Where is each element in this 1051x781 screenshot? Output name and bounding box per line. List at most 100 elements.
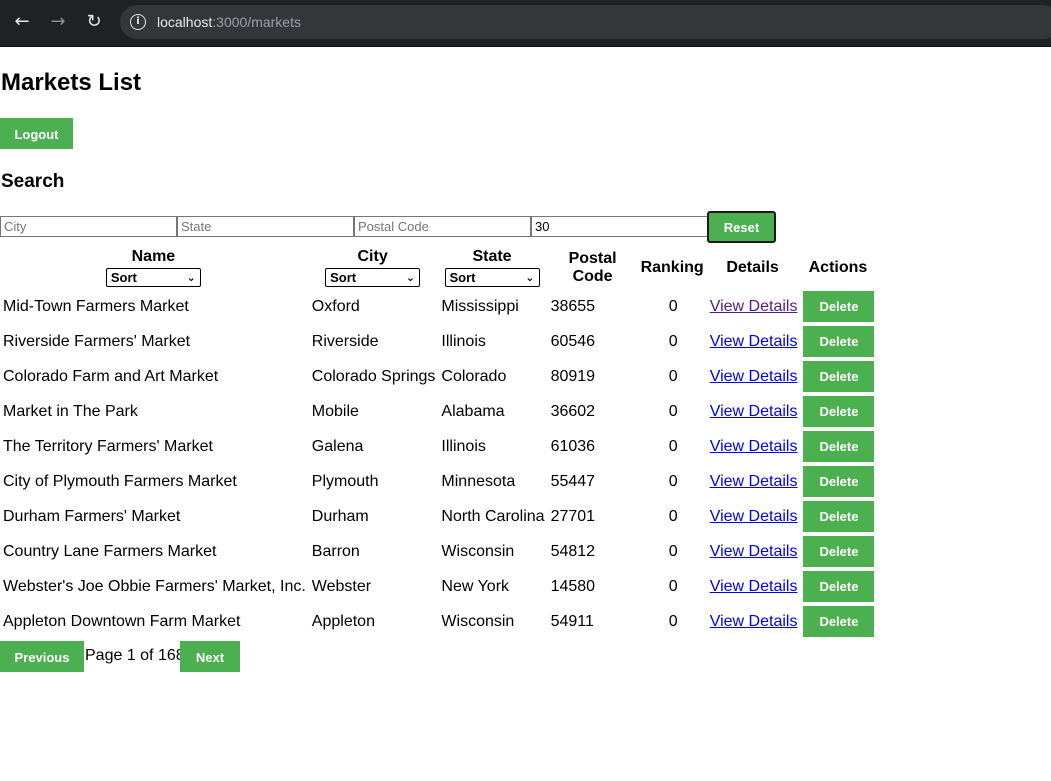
header-state-label: State (472, 248, 512, 265)
market-name: Mid-Town Farmers Market (3, 297, 189, 315)
page-title: Markets List (1, 69, 142, 96)
table-row: Webster's Joe Obbie Farmers' Market, Inc… (0, 570, 875, 603)
view-details-link[interactable]: View Details (710, 438, 798, 455)
actions-cell: Delete (800, 465, 875, 498)
page-indicator: Page 1 of 168 (85, 647, 185, 664)
market-postal-code: 54812 (550, 542, 596, 560)
table-row: Riverside Farmers' Market Riverside Illi… (0, 325, 875, 358)
next-page-button[interactable]: Next (180, 641, 240, 672)
market-postal-code: 54911 (550, 612, 594, 630)
actions-cell: Delete (800, 500, 875, 533)
city-filter-input[interactable] (0, 216, 177, 237)
market-city: Galena (311, 437, 364, 455)
header-name-label: Name (131, 248, 176, 265)
header-ranking: Ranking (640, 258, 704, 276)
view-details-link[interactable]: View Details (710, 473, 798, 490)
delete-button[interactable]: Delete (803, 571, 875, 602)
delete-button[interactable]: Delete (803, 536, 875, 567)
view-details-link[interactable]: View Details (710, 543, 798, 560)
view-details-link[interactable]: View Details (710, 298, 798, 315)
market-city: Appleton (311, 612, 375, 630)
market-city: Oxford (311, 297, 360, 315)
actions-cell: Delete (800, 290, 875, 323)
market-city: Barron (311, 542, 360, 560)
table-row: City of Plymouth Farmers Market Plymouth… (0, 465, 875, 498)
info-icon[interactable]: i (130, 14, 146, 30)
delete-button[interactable]: Delete (803, 326, 875, 357)
actions-cell: Delete (800, 430, 875, 463)
postal-code-filter-input[interactable] (354, 216, 531, 237)
market-city: Plymouth (311, 472, 379, 490)
ranking-filter-input[interactable] (531, 216, 708, 237)
delete-button[interactable]: Delete (803, 361, 875, 392)
url-path: :3000/markets (212, 14, 301, 30)
view-details-link[interactable]: View Details (710, 333, 798, 350)
market-state: North Carolina (441, 507, 545, 525)
market-state: Illinois (441, 437, 486, 455)
market-state: Wisconsin (441, 612, 515, 630)
back-arrow-icon[interactable]: ← (11, 11, 33, 33)
state-sort-select[interactable]: Sort ⌄ (444, 268, 540, 287)
table-row: Durham Farmers' Market Durham North Caro… (0, 500, 875, 533)
market-postal-code: 61036 (550, 437, 596, 455)
delete-button[interactable]: Delete (803, 396, 875, 427)
url-text[interactable]: localhost:3000/markets (157, 14, 301, 30)
view-details-link[interactable]: View Details (710, 613, 798, 630)
market-state: Illinois (441, 332, 486, 350)
market-city: Mobile (311, 402, 359, 420)
name-sort-value: Sort (110, 270, 137, 285)
forward-arrow-icon[interactable]: → (47, 11, 69, 33)
table-header-row: Name Sort ⌄ City Sort ⌄ State Sort ⌄ Postal… (0, 247, 875, 288)
details-cell: View Details (707, 360, 799, 393)
url-host: localhost (157, 14, 213, 30)
actions-cell: Delete (800, 535, 875, 568)
details-cell: View Details (707, 325, 799, 358)
details-cell: View Details (707, 290, 799, 323)
market-ranking: 0 (668, 542, 678, 560)
name-sort-select[interactable]: Sort ⌄ (105, 268, 201, 287)
view-details-link[interactable]: View Details (710, 508, 798, 525)
state-sort-value: Sort (449, 270, 476, 285)
header-postal-code: Postal Code (568, 249, 617, 285)
view-details-link[interactable]: View Details (710, 578, 798, 595)
market-postal-code: 36602 (550, 402, 596, 420)
view-details-link[interactable]: View Details (710, 368, 798, 385)
view-details-link[interactable]: View Details (710, 403, 798, 420)
market-state: Minnesota (441, 472, 516, 490)
table-row: Country Lane Farmers Market Barron Wisco… (0, 535, 875, 568)
details-cell: View Details (707, 535, 799, 568)
market-ranking: 0 (668, 437, 678, 455)
delete-button[interactable]: Delete (803, 606, 875, 637)
market-city: Riverside (311, 332, 379, 350)
address-bar[interactable]: i localhost:3000/markets (120, 5, 1051, 39)
details-cell: View Details (707, 605, 799, 638)
delete-button[interactable]: Delete (803, 291, 875, 322)
header-city-label: City (357, 248, 388, 265)
market-postal-code: 14580 (550, 577, 596, 595)
actions-cell: Delete (800, 570, 875, 603)
reset-button[interactable]: Reset (707, 211, 776, 243)
delete-button[interactable]: Delete (803, 431, 875, 462)
market-postal-code: 27701 (550, 507, 596, 525)
reload-icon[interactable]: ↻ (83, 11, 105, 33)
table-row: Mid-Town Farmers Market Oxford Mississip… (0, 290, 875, 323)
market-name: Colorado Farm and Art Market (3, 367, 219, 385)
state-filter-input[interactable] (177, 216, 354, 237)
header-name: Name Sort ⌄ (0, 247, 307, 288)
market-name: The Territory Farmers' Market (3, 437, 213, 455)
header-details: Details (726, 258, 779, 276)
market-state: Alabama (441, 402, 505, 420)
city-sort-select[interactable]: Sort ⌄ (325, 268, 421, 287)
table-row: Colorado Farm and Art Market Colorado Sp… (0, 360, 875, 393)
logout-button[interactable]: Logout (0, 118, 73, 149)
search-heading: Search (1, 171, 65, 192)
delete-button[interactable]: Delete (803, 501, 875, 532)
city-sort-value: Sort (330, 270, 357, 285)
previous-page-button[interactable]: Previous (0, 641, 84, 672)
details-cell: View Details (707, 465, 799, 498)
chevron-down-icon: ⌄ (405, 271, 416, 284)
market-name: Market in The Park (3, 402, 138, 420)
market-ranking: 0 (668, 367, 678, 385)
delete-button[interactable]: Delete (803, 466, 875, 497)
market-ranking: 0 (668, 402, 678, 420)
